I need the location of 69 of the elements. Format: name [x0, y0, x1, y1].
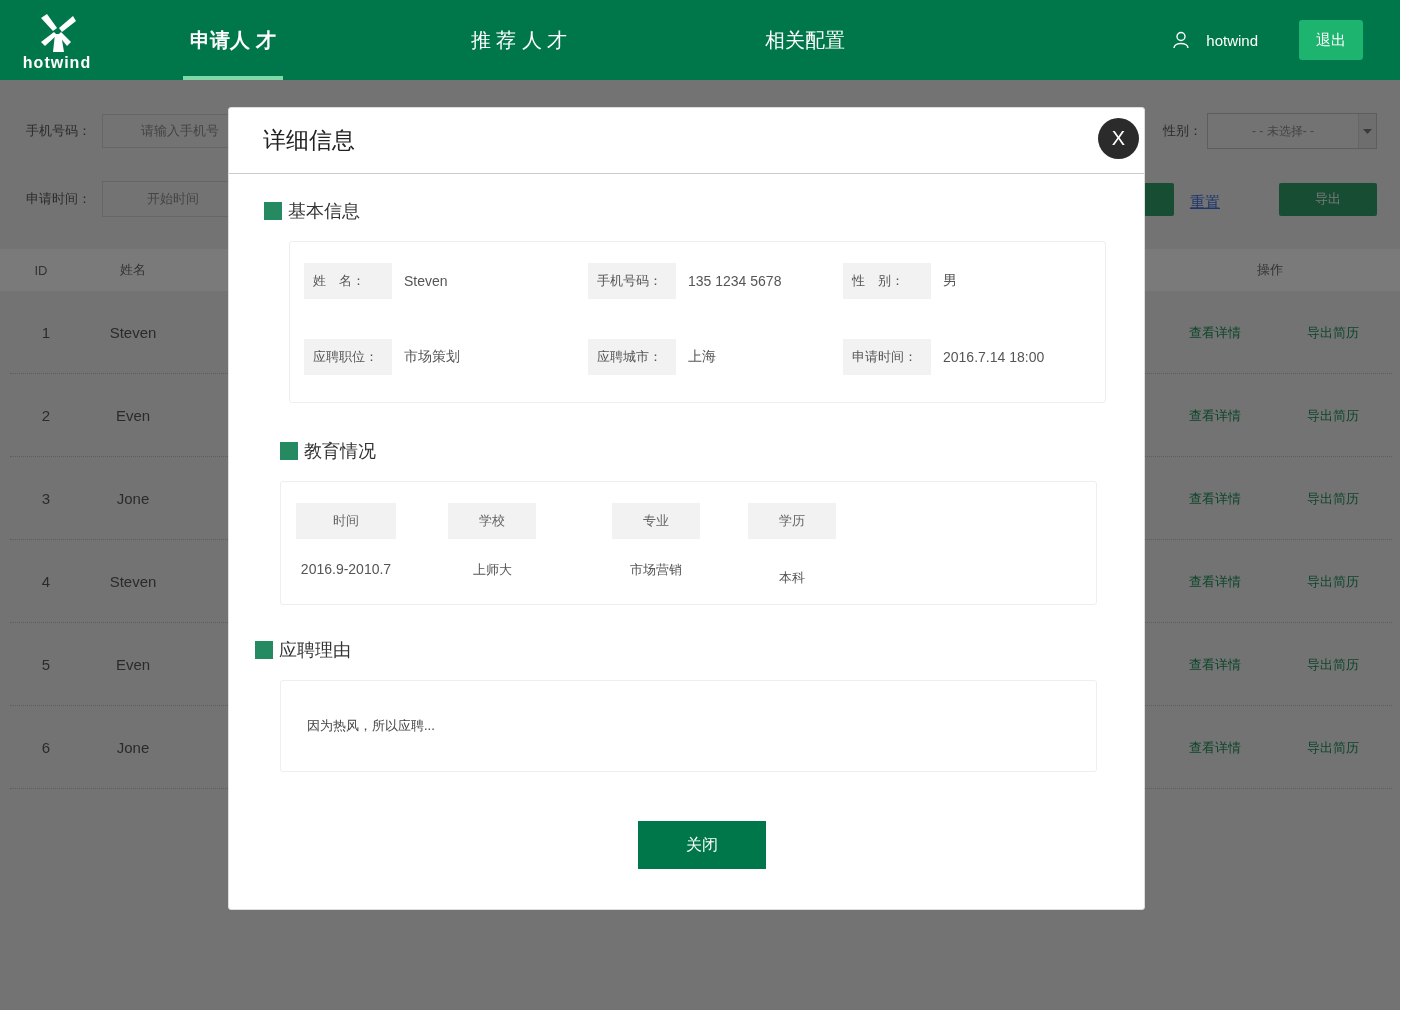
- table-cell-text: Jone: [115, 738, 151, 756]
- field-value: 男: [943, 272, 957, 290]
- table-cell-text: 6: [40, 738, 52, 756]
- table-cell: 市场营销: [630, 561, 682, 579]
- logo-text: hotwind: [22, 54, 92, 72]
- section-heading: 基本信息: [288, 200, 360, 223]
- field-label: 应聘城市：: [588, 339, 676, 375]
- column-header: 时间: [296, 503, 396, 539]
- caret-icon: [1363, 128, 1372, 134]
- field-value: Steven: [404, 273, 448, 289]
- export-resume-link[interactable]: 导出简历: [1307, 324, 1359, 340]
- column-header: 学校: [448, 503, 536, 539]
- table-cell: 上师大: [472, 561, 512, 579]
- nav-tab[interactable]: 推 荐 人 才: [469, 0, 569, 80]
- view-details-link[interactable]: 查看详情: [1189, 739, 1241, 755]
- column-header: 学历: [748, 503, 836, 539]
- column-header: 专业: [612, 503, 700, 539]
- nav-tab[interactable]: 申请人 才: [183, 0, 283, 80]
- reset-link[interactable]: 重置: [1190, 192, 1220, 212]
- view-details-link[interactable]: 查看详情: [1189, 573, 1241, 589]
- column-header: 操作: [1256, 261, 1284, 279]
- view-details-link[interactable]: 查看详情: [1189, 324, 1241, 340]
- close-button[interactable]: 关闭: [637, 821, 766, 869]
- field-label: 手机号码：: [588, 263, 676, 299]
- user-name: hotwind: [1206, 31, 1258, 49]
- table-cell-text: Steven: [108, 323, 158, 341]
- export-resume-link[interactable]: 导出简历: [1307, 573, 1359, 589]
- view-details-link[interactable]: 查看详情: [1189, 656, 1241, 672]
- table-cell-text: 4: [40, 572, 52, 590]
- export-resume-link[interactable]: 导出简历: [1307, 739, 1359, 755]
- table-cell-text: Steven: [108, 572, 158, 590]
- column-header: ID: [33, 262, 49, 278]
- field-label: 申请时间：: [843, 339, 931, 375]
- field-value: 上海: [688, 348, 716, 366]
- table-cell-text: Jone: [115, 489, 151, 507]
- square-icon: [280, 442, 298, 460]
- field-label: 性别：: [1163, 122, 1202, 140]
- table-cell-text: 3: [40, 489, 52, 507]
- field-label: 性 别：: [843, 263, 931, 299]
- section-heading: 教育情况: [304, 440, 376, 463]
- table-cell-text: Even: [114, 655, 152, 673]
- field-label: 申请时间：: [26, 190, 92, 208]
- square-icon: [264, 202, 282, 220]
- table-cell-text: Even: [114, 406, 152, 424]
- user-icon: [1172, 31, 1191, 49]
- logout-button[interactable]: 退出: [1299, 20, 1363, 60]
- view-details-link[interactable]: 查看详情: [1189, 490, 1241, 506]
- close-button[interactable]: X: [1098, 118, 1139, 159]
- export-resume-link[interactable]: 导出简历: [1307, 407, 1359, 423]
- field-label: 应聘职位：: [304, 339, 392, 375]
- table-cell-text: 2: [40, 406, 52, 424]
- export-resume-link[interactable]: 导出简历: [1307, 656, 1359, 672]
- square-icon: [255, 641, 273, 659]
- section-heading: 应聘理由: [279, 639, 351, 662]
- table-cell: 2016.9-2010.7: [300, 561, 392, 577]
- export-resume-link[interactable]: 导出简历: [1307, 490, 1359, 506]
- nav-tab[interactable]: 相关配置: [755, 0, 855, 80]
- table-cell: 本科: [779, 569, 805, 587]
- field-value: 135 1234 5678: [688, 273, 782, 289]
- export-button[interactable]: 导出: [1279, 182, 1377, 216]
- reason-text: 因为热风，所以应聘...: [307, 717, 435, 735]
- field-value: 市场策划: [404, 348, 460, 366]
- field-label: 手机号码：: [26, 122, 92, 140]
- field-value: 2016.7.14 18:00: [943, 349, 1045, 365]
- column-header: 姓名: [119, 261, 147, 279]
- view-details-link[interactable]: 查看详情: [1189, 407, 1241, 423]
- table-cell-text: 5: [40, 655, 52, 673]
- field-label: 姓 名：: [304, 263, 392, 299]
- table-cell-text: 1: [40, 323, 52, 341]
